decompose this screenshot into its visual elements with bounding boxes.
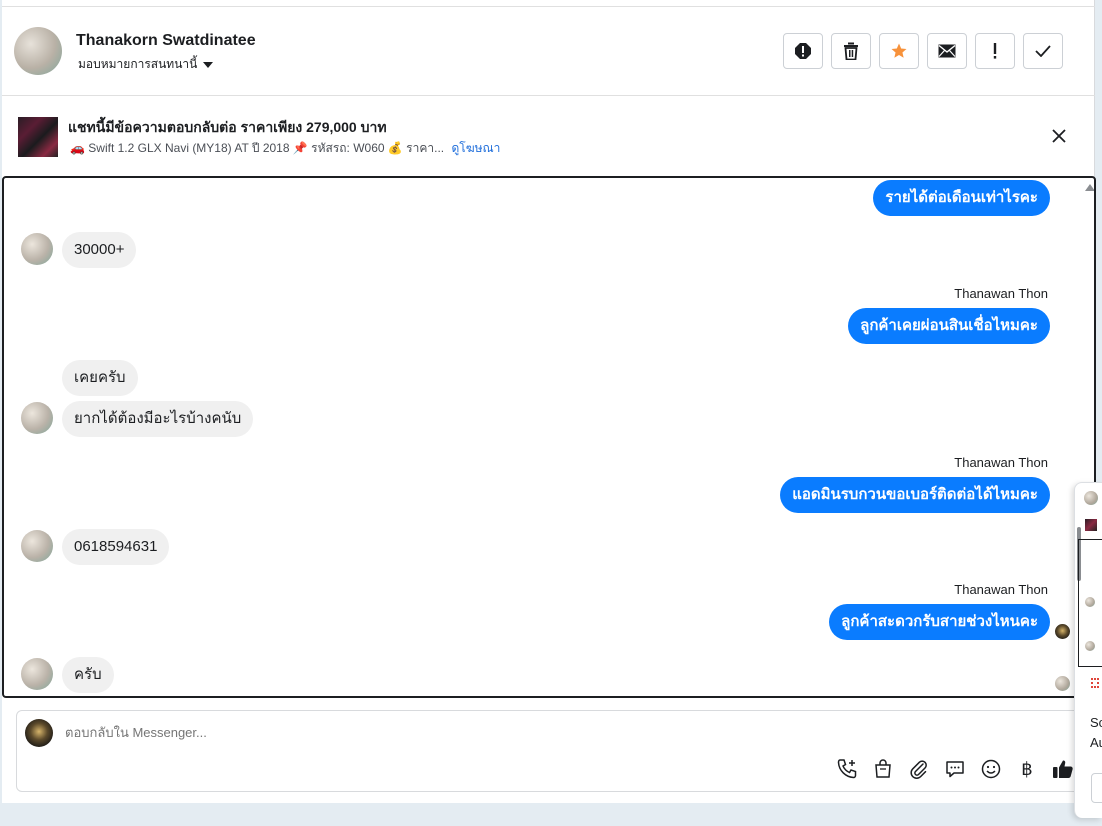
message-bubble: ยากได้ต้องมีอะไรบ้างคนับ <box>62 401 254 437</box>
baht-icon: ฿ <box>1021 758 1033 779</box>
star-button[interactable] <box>879 33 919 69</box>
shopping-bag-icon <box>875 759 891 778</box>
conversation-panel: Thanakorn Swatdinatee มอบหมายการสนทนานี้ <box>2 0 1096 803</box>
trash-icon <box>844 42 858 60</box>
message-bubble: ครับ <box>62 657 114 693</box>
spam-icon <box>795 43 811 59</box>
message-bubble: ลูกค้าเคยผ่อนสินเชื่อไหมคะ <box>848 308 1050 344</box>
message-incoming: ครับ <box>62 657 114 693</box>
follow-up-button[interactable] <box>975 33 1015 69</box>
message-bubble: แอดมินรบกวนขอเบอร์ติดต่อได้ไหมคะ <box>780 477 1050 513</box>
assign-label: มอบหมายการสนทนานี้ <box>78 57 198 71</box>
message-outgoing: ลูกค้าสะดวกรับสายช่วงไหนคะ <box>829 604 1050 640</box>
mark-spam-button[interactable] <box>783 33 823 69</box>
message-incoming: เคยครับ <box>62 360 138 396</box>
composer-tools: ฿ <box>835 757 1075 781</box>
contact-mini-avatar <box>21 658 53 690</box>
reply-composer: ฿ <box>16 710 1096 792</box>
message-bubble: 0618594631 <box>62 529 170 565</box>
view-ad-link[interactable]: ดูโฆษณา <box>451 141 500 155</box>
page-avatar <box>25 719 53 747</box>
message-bubble: รายได้ต่อเดือนเท่าไรคะ <box>873 180 1050 216</box>
check-icon <box>1035 45 1051 57</box>
ad-description: 🚗 Swift 1.2 GLX Navi (MY18) AT ปี 2018 📌… <box>70 141 445 155</box>
popup-input-box[interactable] <box>1091 773 1102 803</box>
like-button[interactable] <box>1051 757 1075 781</box>
contact-mini-avatar <box>21 530 53 562</box>
thumbs-up-icon <box>1053 760 1073 778</box>
mail-button[interactable] <box>927 33 967 69</box>
assign-conversation-dropdown[interactable]: มอบหมายการสนทนานี้ <box>78 55 214 74</box>
close-icon[interactable] <box>1048 125 1070 147</box>
paperclip-icon <box>910 760 927 779</box>
popup-text-fragment: Au <box>1090 735 1102 750</box>
payment-button[interactable]: ฿ <box>1015 757 1039 781</box>
ad-context-bar: แชทนี้มีข้อความตอบกลับต่อ ราคาเพียง 279,… <box>2 97 1095 175</box>
contact-avatar[interactable] <box>14 27 62 75</box>
sender-name: Thanawan Thon <box>954 582 1048 597</box>
side-popup-panel[interactable]: Sc Au <box>1074 482 1102 818</box>
reply-input[interactable] <box>65 725 665 740</box>
speech-bubble-icon <box>946 761 964 778</box>
popup-avatar <box>1084 491 1098 505</box>
scroll-up-arrow-icon[interactable] <box>1085 184 1094 191</box>
ad-subtitle: 🚗 Swift 1.2 GLX Navi (MY18) AT ปี 2018 📌… <box>70 139 500 158</box>
contact-mini-avatar <box>21 402 53 434</box>
call-add-icon <box>837 759 857 779</box>
attach-button[interactable] <box>907 757 931 781</box>
emoji-button[interactable] <box>979 757 1003 781</box>
contact-mini-avatar <box>21 233 53 265</box>
saved-replies-button[interactable] <box>943 757 967 781</box>
ad-title: แชทนี้มีข้อความตอบกลับต่อ ราคาเพียง 279,… <box>68 119 387 135</box>
read-receipt-avatar <box>1055 676 1070 691</box>
alert-icon <box>993 43 997 59</box>
message-outgoing: แอดมินรบกวนขอเบอร์ติดต่อได้ไหมคะ <box>780 477 1050 513</box>
conversation-header: Thanakorn Swatdinatee มอบหมายการสนทนานี้ <box>2 6 1095 96</box>
message-bubble: เคยครับ <box>62 360 138 396</box>
popup-avatar <box>1085 641 1095 651</box>
message-bubble: ลูกค้าสะดวกรับสายช่วงไหนคะ <box>829 604 1050 640</box>
header-actions <box>783 33 1063 69</box>
ad-thumbnail <box>18 117 58 157</box>
popup-avatar <box>1085 597 1095 607</box>
delete-button[interactable] <box>831 33 871 69</box>
seen-indicator-avatar <box>1055 624 1070 639</box>
message-incoming: 0618594631 <box>62 529 170 565</box>
sender-name: Thanawan Thon <box>954 455 1048 470</box>
message-outgoing: ลูกค้าเคยผ่อนสินเชื่อไหมคะ <box>848 308 1050 344</box>
emoji-icon <box>981 759 1001 779</box>
star-icon <box>891 43 907 58</box>
call-button[interactable] <box>835 757 859 781</box>
popup-ad-thumbnail <box>1085 519 1097 531</box>
message-incoming: 30000+ <box>62 232 137 268</box>
caret-down-icon <box>203 61 214 68</box>
mark-done-button[interactable] <box>1023 33 1063 69</box>
popup-icon <box>1091 678 1099 688</box>
contact-name[interactable]: Thanakorn Swatdinatee <box>76 32 256 50</box>
mail-icon <box>938 44 956 58</box>
sender-name: Thanawan Thon <box>954 286 1048 301</box>
message-incoming: ยากได้ต้องมีอะไรบ้างคนับ <box>62 401 254 437</box>
message-thread[interactable]: รายได้ต่อเดือนเท่าไรคะ 30000+ Thanawan T… <box>2 176 1096 698</box>
shop-button[interactable] <box>871 757 895 781</box>
message-bubble: 30000+ <box>62 232 137 268</box>
popup-text-fragment: Sc <box>1090 715 1102 730</box>
message-outgoing: รายได้ต่อเดือนเท่าไรคะ <box>873 180 1050 216</box>
